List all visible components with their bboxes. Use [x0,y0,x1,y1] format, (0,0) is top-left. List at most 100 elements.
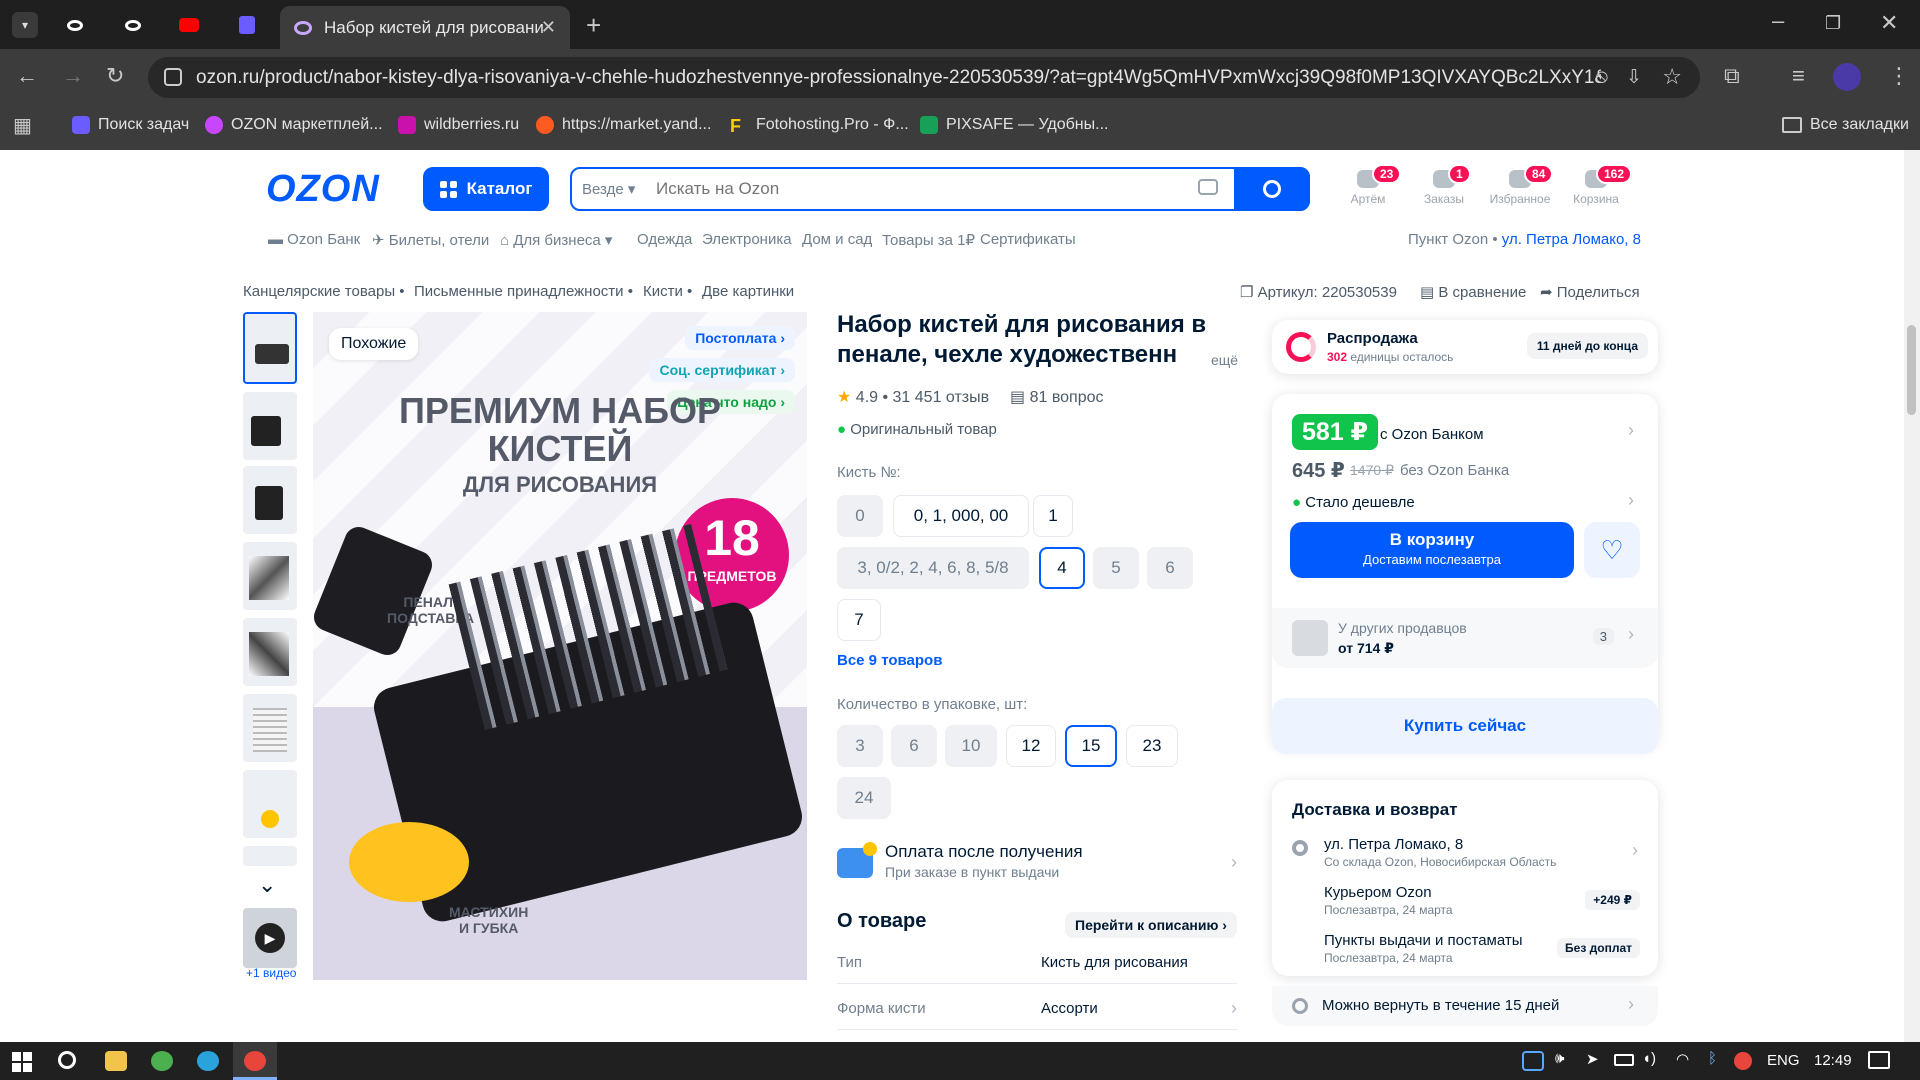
sale-banner[interactable]: Распродажа 302 единицы осталось 11 дней … [1272,320,1658,374]
brush-option-selected[interactable]: 4 [1039,547,1085,589]
postpay-tag[interactable]: Постоплата › [685,326,795,350]
subnav-1rub[interactable]: Товары за 1₽ [882,231,975,249]
bookmark-item[interactable]: wildberries.ru [398,116,519,134]
qty-option[interactable]: 10 [945,725,997,767]
cart-link[interactable]: 162 Корзина [1556,164,1636,206]
snipping-icon[interactable] [1522,1051,1544,1071]
qty-option[interactable]: 12 [1006,725,1056,767]
delivery-address-row[interactable]: ул. Петра Ломако, 8 Со склада Ozon, Ново… [1292,836,1642,872]
spec-row[interactable]: Форма кисти Ассорти › [837,996,1237,1030]
postpay-row[interactable]: Оплата после получения При заказе в пунк… [837,842,1237,886]
article-number[interactable]: ❐ Артикул: 220530539 [1240,283,1397,301]
new-tab-icon[interactable]: + [586,12,601,38]
all-variants-link[interactable]: Все 9 товаров [837,652,942,669]
menu-icon[interactable]: ⋮ [1888,65,1910,87]
gallery-thumb[interactable] [243,392,297,460]
telegram-tray-icon[interactable]: ➤ [1586,1050,1599,1068]
compare-button[interactable]: ▤ В сравнение [1420,283,1526,301]
scrollbar-thumb[interactable] [1907,325,1916,415]
qty-option[interactable]: 6 [891,725,937,767]
app-tab-icon[interactable] [234,12,260,38]
gallery-thumb[interactable] [243,312,297,384]
brush-option[interactable]: 7 [837,599,881,641]
cheaper-row[interactable]: ● Стало дешевле [1292,494,1415,511]
other-sellers-row[interactable]: У других продавцов от 714 ₽ 3 › [1272,608,1658,668]
share-button[interactable]: ➦ Поделиться [1540,283,1640,301]
breadcrumb-item[interactable]: Письменные принадлежности • [414,283,633,300]
subnav-ozon-bank[interactable]: ▬ Ozon Банк [268,231,360,248]
volume-icon[interactable]: 🕪 [1555,1050,1564,1067]
brush-option[interactable]: 0 [837,495,883,537]
wifi-icon[interactable]: ◠ [1676,1050,1689,1068]
gallery-thumb[interactable] [243,466,297,534]
questions-link[interactable]: ▤ 81 вопрос [1010,387,1104,407]
chrome-icon[interactable] [151,1051,173,1071]
pickup-points-row[interactable]: Пункты выдачи и постаматы Послезавтра, 2… [1324,932,1640,968]
breadcrumb-item[interactable]: Канцелярские товары • [243,283,405,300]
social-cert-tag[interactable]: Соц. сертификат › [649,358,795,382]
reload-icon[interactable]: ↻ [106,65,124,87]
profile-link[interactable]: 23 Артём [1328,164,1408,206]
qty-option[interactable]: 24 [837,777,891,819]
bookmark-star-icon[interactable]: ☆ [1662,64,1682,90]
gallery-thumb[interactable] [243,846,297,866]
rating[interactable]: ★ 4.9 • 31 451 отзыв [837,387,989,407]
file-explorer-icon[interactable] [105,1051,127,1071]
gallery-thumb[interactable] [243,694,297,762]
extensions-icon[interactable]: ⧉ [1724,65,1740,87]
brush-option[interactable]: 5 [1093,547,1139,589]
qty-option-selected[interactable]: 15 [1065,725,1117,767]
search-button[interactable] [1234,167,1310,211]
minimize-icon[interactable]: – [1772,10,1784,32]
video-count[interactable]: +1 видео [246,966,296,980]
address-bar[interactable]: ozon.ru/product/nabor-kistey-dlya-risova… [148,57,1700,98]
close-tab-icon[interactable]: ✕ [541,17,556,38]
gallery-thumb[interactable] [243,618,297,686]
bookmark-item[interactable]: Поиск задач [72,116,189,134]
bookmark-item[interactable]: OZON маркетплей... [205,116,383,134]
orders-link[interactable]: 1 Заказы [1404,164,1484,206]
favorites-link[interactable]: 84 Избранное [1480,164,1560,206]
install-icon[interactable]: ⇩ [1626,66,1642,89]
goto-description-button[interactable]: Перейти к описанию › [1065,912,1237,938]
back-icon[interactable]: ← [16,65,38,87]
battery-icon[interactable] [1614,1054,1634,1066]
subnav-certificates[interactable]: Сертификаты [980,231,1076,248]
return-policy-row[interactable]: Можно вернуть в течение 15 дней › [1272,986,1658,1026]
restore-icon[interactable]: ❐ [1825,14,1841,32]
similar-button[interactable]: Похожие [329,328,419,360]
ozon-tab-icon[interactable] [62,12,88,38]
bookmark-item[interactable]: https://market.yand... [536,116,711,134]
qty-option[interactable]: 3 [837,725,883,767]
chevron-right-icon[interactable]: › [1628,420,1634,441]
telegram-icon[interactable] [197,1051,219,1071]
search-input[interactable] [656,177,1236,201]
apps-grid-icon[interactable]: ▦ [13,116,32,136]
close-window-icon[interactable]: ✕ [1880,12,1898,34]
subnav-electronics[interactable]: Электроника [702,231,792,248]
courier-row[interactable]: Курьером Ozon Послезавтра, 24 марта +249… [1324,884,1640,920]
brush-option[interactable]: 3, 0/2, 2, 4, 6, 8, 5/8 [837,547,1029,589]
subnav-clothes[interactable]: Одежда [637,231,692,248]
video-thumb[interactable]: ▶ [243,908,297,968]
tab-search-icon[interactable]: ▾ [12,12,38,38]
favorite-button[interactable]: ♡ [1584,522,1640,578]
site-info-icon[interactable] [164,68,182,86]
clock[interactable]: 12:49 [1814,1052,1852,1069]
subnav-tickets[interactable]: ✈ Билеты, отели [372,231,489,249]
title-more-link[interactable]: ещё [1211,352,1238,368]
camera-icon[interactable] [1198,179,1218,195]
breadcrumb-item[interactable]: Две картинки [702,283,794,300]
add-to-cart-button[interactable]: В корзину Доставим послезавтра [1290,522,1574,578]
speaker-icon[interactable]: ◖) [1642,1050,1656,1067]
bookmark-item[interactable]: F Fotohosting.Pro - Ф... [730,116,909,136]
bookmark-item[interactable]: PIXSAFE — Удобны... [920,116,1108,134]
subnav-business[interactable]: ⌂ Для бизнеса ▾ [500,231,612,249]
media-icon[interactable]: ≡ [1792,65,1805,87]
search-scope-select[interactable]: Везде ▾ [582,180,635,198]
windows-start-icon[interactable] [12,1052,32,1072]
breadcrumb-item[interactable]: Кисти • [643,283,692,300]
buy-now-button[interactable]: Купить сейчас [1272,698,1658,754]
ozon-tab-icon[interactable] [120,12,146,38]
chevron-down-icon[interactable]: ⌄ [258,872,276,898]
